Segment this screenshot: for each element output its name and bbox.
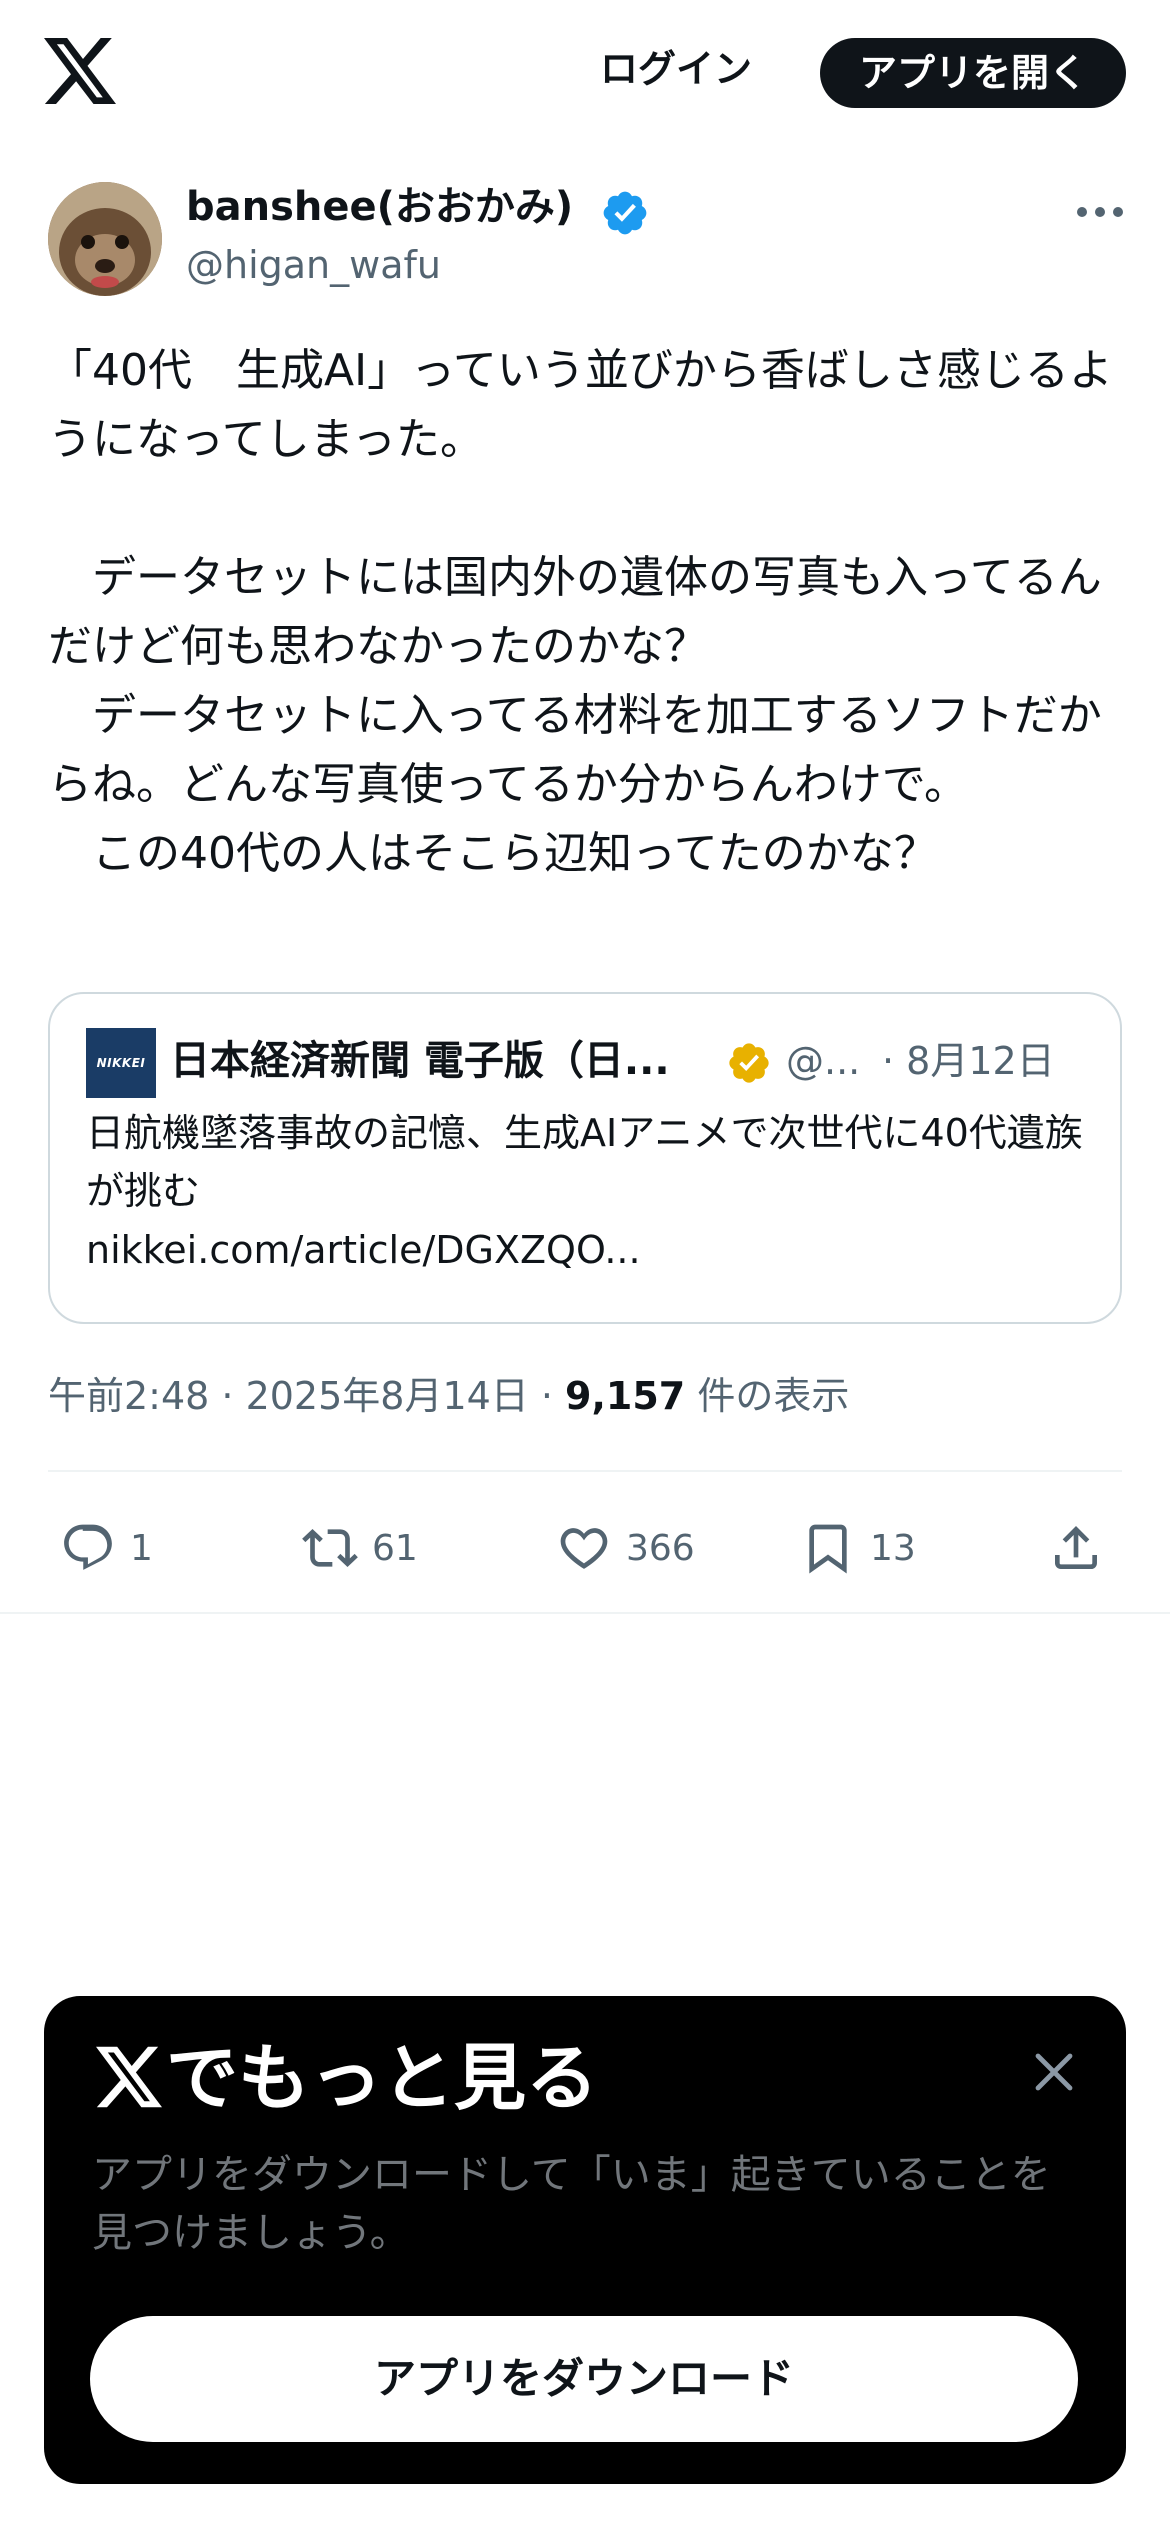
sheet-description: アプリをダウンロードして「いま」起きていることを見つけましょう。 — [92, 2152, 1051, 2256]
reply-count: 1 — [130, 1527, 153, 1569]
share-button[interactable] — [1048, 1516, 1104, 1580]
top-bar: ログイン アプリを開く — [0, 0, 1170, 150]
repost-button[interactable]: 61 — [302, 1516, 418, 1580]
author-display-name[interactable]: banshee(おおかみ) — [186, 182, 573, 232]
bookmark-count: 13 — [870, 1527, 916, 1569]
quoted-post-card[interactable]: NIKKEI 日本経済新聞 電子版（日... @... · 8月12日 日航機墜… — [48, 992, 1122, 1324]
repost-count: 61 — [372, 1527, 418, 1569]
view-count: 9,157 — [565, 1374, 686, 1418]
more-options-icon[interactable] — [1068, 190, 1132, 234]
view-label: 件の表示 — [685, 1374, 850, 1418]
app-promo-sheet: でもっと見る アプリをダウンロードして「いま」起きていることを見つけましょう。 … — [44, 1996, 1126, 2484]
page: ログイン アプリを開く banshee(おおかみ) @higan_wafu 「4… — [0, 0, 1170, 2532]
sheet-title: でもっと見る — [166, 2036, 599, 2120]
quoted-post-text: 日航機墜落事故の記憶、生成AIアニメで次世代に40代遺族が挑む — [86, 1111, 1083, 1213]
repost-icon — [302, 1529, 358, 1567]
quoted-author-handle: @... — [786, 1039, 861, 1083]
x-logo-icon — [96, 2046, 162, 2108]
author-handle[interactable]: @higan_wafu — [186, 240, 441, 290]
quoted-post-link[interactable]: nikkei.com/article/DGXZQO... — [86, 1220, 641, 1280]
like-button[interactable]: 366 — [556, 1516, 695, 1580]
heart-icon — [560, 1528, 608, 1569]
close-icon[interactable] — [1030, 2048, 1078, 2096]
login-link[interactable]: ログイン — [600, 44, 752, 94]
quoted-author-name: 日本経済新聞 電子版（日... — [170, 1038, 670, 1084]
download-app-button[interactable]: アプリをダウンロード — [90, 2316, 1078, 2442]
open-app-button[interactable]: アプリを開く — [820, 38, 1126, 108]
divider — [48, 1470, 1122, 1472]
divider — [0, 1612, 1170, 1614]
x-logo-icon[interactable] — [44, 38, 116, 104]
reply-button[interactable]: 1 — [60, 1516, 153, 1580]
bookmark-icon — [809, 1524, 847, 1574]
like-count: 366 — [626, 1527, 695, 1569]
verified-badge-icon — [603, 191, 647, 235]
avatar[interactable] — [48, 182, 162, 296]
reply-icon — [64, 1524, 112, 1570]
share-icon — [1055, 1526, 1097, 1569]
post-meta: 午前2:48 · 2025年8月14日 · 9,157 件の表示 — [48, 1366, 849, 1426]
post-text: 「40代 生成AI」っていう並びから香ばしさ感じるようになってしまった。 データ… — [48, 345, 1113, 879]
quoted-post-date: · 8月12日 — [882, 1039, 1055, 1083]
post-timestamp[interactable]: 午前2:48 · 2025年8月14日 · — [48, 1374, 565, 1418]
bookmark-button[interactable]: 13 — [800, 1516, 916, 1580]
verified-org-badge-icon — [729, 1043, 769, 1083]
quoted-author-avatar: NIKKEI — [86, 1028, 156, 1098]
